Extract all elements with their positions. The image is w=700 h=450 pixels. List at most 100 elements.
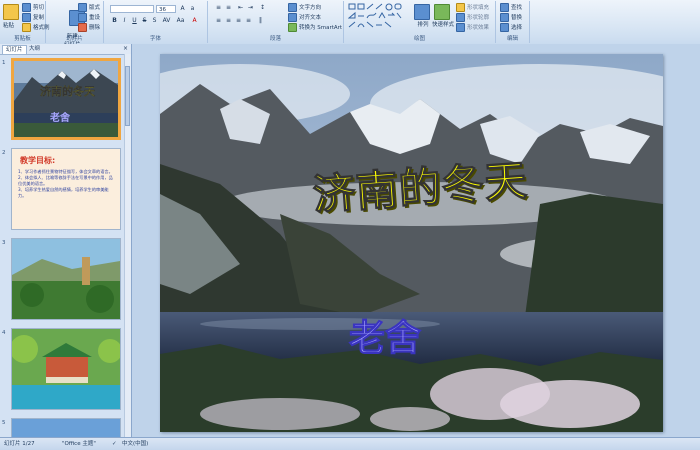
language: 中文(中国) [122, 441, 149, 447]
editing-label: 编辑 [506, 36, 518, 42]
delete-icon [78, 23, 87, 32]
text-direction-icon [288, 3, 297, 12]
text-direction-button[interactable]: 文字方向 [288, 3, 321, 12]
current-slide[interactable]: 济南的冬天 老舍 [160, 54, 663, 432]
select-button[interactable]: 选择 [500, 23, 522, 32]
slide-author[interactable]: 老舍 [310, 309, 460, 361]
delete-slide-button[interactable]: 删除 [78, 23, 100, 32]
font-size-field[interactable]: 36 [156, 5, 176, 13]
numbering-icon[interactable]: ≡ [224, 4, 233, 12]
slide-thumbnail-1[interactable]: 济南的冬天 老舍 [11, 58, 121, 140]
thumb-heading: 教学目标: [20, 156, 56, 165]
smartart-icon [288, 23, 297, 32]
mountain-lake-image [14, 61, 118, 137]
grow-font-icon[interactable]: A [178, 5, 187, 13]
shrink-font-icon[interactable]: a [188, 5, 197, 13]
slide-thumbnail-3[interactable] [11, 238, 121, 320]
language-icon: ✓ [112, 441, 117, 447]
hill-pagoda-image [12, 239, 120, 319]
slide-number: 2 [2, 150, 6, 156]
shape-effects-button[interactable]: 形状效果 [456, 23, 489, 32]
slide-number: 1 [2, 60, 6, 66]
replace-button[interactable]: 替换 [500, 13, 522, 22]
arrange-icon [414, 4, 430, 20]
slide-thumbnail-5[interactable] [11, 418, 121, 437]
decrease-indent-icon[interactable]: ⇤ [236, 4, 245, 12]
shape-fill-button[interactable]: 形状填充 [456, 3, 489, 12]
layout-icon [78, 3, 87, 12]
slide-editor: 济南的冬天 老舍 [132, 44, 700, 437]
slide-thumbnail-4[interactable] [11, 328, 121, 410]
reset-icon [78, 13, 87, 22]
arrange-button[interactable]: 排列 [414, 4, 432, 28]
columns-icon[interactable]: ‖ [256, 17, 265, 25]
justify-icon[interactable]: ≡ [244, 17, 253, 25]
editing-group: 查找 替换 选择 编辑 [496, 1, 530, 43]
italic-icon[interactable]: I [120, 17, 129, 25]
drawing-group: 排列 快速样式 形状填充 形状轮廓 形状效果 绘图 [344, 1, 496, 43]
line-spacing-icon[interactable]: ↕ [258, 4, 267, 12]
ribbon: 粘贴 剪切 复制 格式刷 剪贴板 新建 幻灯片 版式 重设 删除 幻灯片 36 … [0, 0, 700, 48]
shape-outline-button[interactable]: 形状轮廓 [456, 13, 489, 22]
quick-styles-button[interactable]: 快速样式 [432, 4, 454, 28]
shapes-gallery-icon[interactable] [348, 3, 404, 31]
cursor-icon [500, 23, 509, 32]
fill-bucket-icon [456, 3, 465, 12]
reset-button[interactable]: 重设 [78, 13, 100, 22]
copy-button[interactable]: 复制 [22, 13, 44, 22]
pavilion-image [12, 329, 120, 409]
bullets-icon[interactable]: ≡ [214, 4, 223, 12]
paste-button[interactable]: 粘贴 [3, 4, 21, 29]
spacing-icon[interactable]: AV [162, 17, 171, 25]
tab-slides[interactable]: 幻灯片 [2, 45, 27, 54]
binoculars-icon [500, 3, 509, 12]
replace-icon [500, 13, 509, 22]
mountain-lake-background [160, 54, 663, 432]
thumb-title: 济南的冬天 [40, 85, 95, 98]
shadow-icon[interactable]: S [150, 17, 159, 25]
strikethrough-icon[interactable]: S [140, 17, 149, 25]
slide-number: 4 [2, 330, 6, 336]
paragraph-group: ≡ ≡ ⇤ ⇥ ↕ 文字方向 对齐文本 转换为 SmartArt ≡ ≡ ≡ ≡… [208, 1, 344, 43]
font-label: 字体 [149, 36, 161, 42]
tab-outline[interactable]: 大纲 [26, 45, 43, 53]
cut-button[interactable]: 剪切 [22, 3, 44, 12]
theme-name: "Office 主题" [62, 441, 96, 447]
underline-icon[interactable]: U [130, 17, 139, 25]
brush-icon [22, 23, 31, 32]
effects-icon [456, 23, 465, 32]
slide-count: 幻灯片 1/27 [4, 441, 35, 447]
increase-indent-icon[interactable]: ⇥ [246, 4, 255, 12]
layout-button[interactable]: 版式 [78, 3, 100, 12]
status-bar: 幻灯片 1/27 "Office 主题" ✓ 中文(中国) [0, 437, 700, 450]
thumb-objectives: 1、学习作者抓住景物特征描写，体会文章的语言。 2、体会拟人、比喻等修辞手法在写… [18, 169, 113, 198]
slides-panel: 幻灯片 大纲 × 1 济南的冬天 老舍 2 教学目标: 1、学习作者抓住景物特征… [0, 44, 132, 437]
align-text-button[interactable]: 对齐文本 [288, 13, 321, 22]
align-right-icon[interactable]: ≡ [234, 17, 243, 25]
copy-icon [22, 13, 31, 22]
close-icon[interactable]: × [123, 45, 128, 52]
clipboard-label: 剪贴板 [14, 36, 31, 42]
drawing-label: 绘图 [413, 36, 425, 42]
slide-thumbnail-2[interactable]: 教学目标: 1、学习作者抓住景物特征描写，体会文章的语言。 2、体会拟人、比喻等… [11, 148, 121, 230]
case-icon[interactable]: Aa [176, 17, 185, 25]
slide-number: 5 [2, 420, 6, 426]
align-text-icon [288, 13, 297, 22]
quick-styles-icon [434, 4, 450, 20]
font-name-field[interactable] [110, 5, 154, 13]
panel-scrollbar[interactable] [124, 54, 131, 437]
slides-group: 新建 幻灯片 版式 重设 删除 幻灯片 [46, 1, 104, 48]
font-color-icon[interactable]: A [190, 17, 199, 25]
scrollbar-thumb[interactable] [125, 66, 130, 126]
scissors-icon [22, 3, 31, 12]
panel-tabs: 幻灯片 大纲 × [0, 44, 131, 55]
align-center-icon[interactable]: ≡ [224, 17, 233, 25]
font-group: 36 A a B I U S S AV Aa A 字体 [104, 1, 208, 43]
bold-icon[interactable]: B [110, 17, 119, 25]
pen-icon [456, 13, 465, 22]
paragraph-label: 段落 [269, 36, 281, 42]
align-left-icon[interactable]: ≡ [214, 17, 223, 25]
clipboard-group: 粘贴 剪切 复制 格式刷 剪贴板 [0, 1, 50, 43]
smartart-button[interactable]: 转换为 SmartArt [288, 23, 342, 32]
find-button[interactable]: 查找 [500, 3, 522, 12]
